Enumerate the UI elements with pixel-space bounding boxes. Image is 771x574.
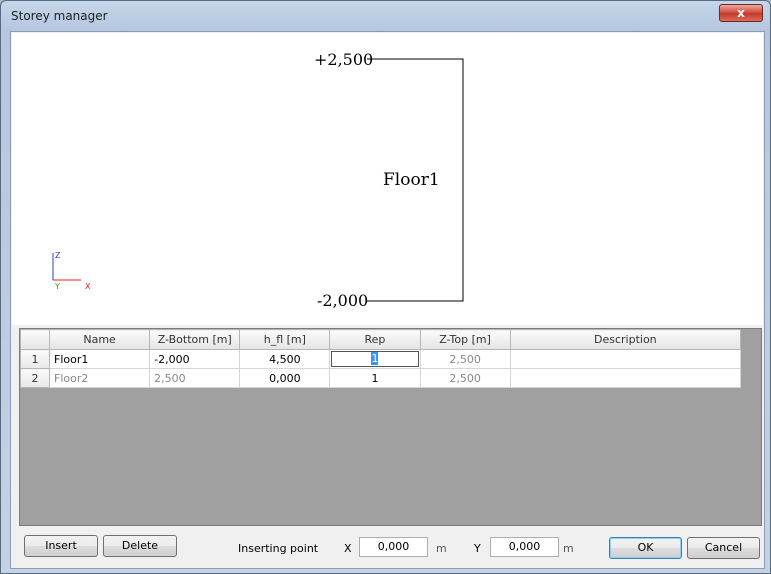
- column-header[interactable]: h_fl [m]: [239, 329, 331, 350]
- x-label: X: [344, 542, 352, 555]
- description-cell[interactable]: [509, 349, 742, 369]
- insert-button[interactable]: Insert: [24, 535, 98, 557]
- storey-preview: +2,500 -2,000 Floor1 Z Y X: [12, 33, 763, 325]
- y-label: Y: [474, 542, 481, 555]
- x-unit-label: m: [436, 542, 447, 555]
- delete-button[interactable]: Delete: [103, 535, 177, 557]
- rep-cell-selected-text[interactable]: 1: [371, 352, 379, 365]
- column-header[interactable]: Name: [49, 329, 151, 350]
- rep-cell[interactable]: 1: [329, 349, 421, 369]
- title-bar[interactable]: Storey manager x: [1, 1, 770, 31]
- column-header[interactable]: Description: [509, 329, 742, 350]
- x-axis-label: X: [85, 282, 91, 291]
- cancel-button[interactable]: Cancel: [687, 537, 760, 559]
- z-top-cell[interactable]: 2,500: [419, 349, 511, 369]
- x-coordinate-input[interactable]: 0,000: [359, 537, 428, 557]
- name-cell[interactable]: Floor2: [49, 368, 151, 388]
- z-axis-label: Z: [55, 251, 61, 260]
- h-fl-cell[interactable]: 0,000: [239, 368, 331, 388]
- row-number[interactable]: 2: [20, 368, 51, 388]
- corner-header[interactable]: [20, 329, 51, 350]
- z-top-cell[interactable]: 2,500: [419, 368, 511, 388]
- z-bottom-cell[interactable]: -2,000: [149, 349, 241, 369]
- name-cell[interactable]: Floor1: [49, 349, 151, 369]
- storey-manager-window: Storey manager x +2,500 -2,000 Floor1 Z …: [0, 0, 771, 574]
- close-button[interactable]: x: [719, 4, 763, 22]
- y-unit-label: m: [563, 542, 574, 555]
- rep-cell[interactable]: 1: [329, 368, 421, 388]
- table-row: 1 Floor1 -2,000 4,500 1 2,500: [20, 349, 742, 369]
- window-title: Storey manager: [11, 9, 108, 23]
- z-bottom-cell[interactable]: 2,500: [149, 368, 241, 388]
- y-coordinate-input[interactable]: 0,000: [490, 537, 559, 557]
- ok-button[interactable]: OK: [609, 537, 682, 559]
- row-number[interactable]: 1: [20, 349, 51, 369]
- close-icon: x: [737, 6, 745, 20]
- top-level-label: +2,500: [314, 50, 374, 69]
- y-axis-label: Y: [55, 282, 60, 291]
- column-header[interactable]: Z-Bottom [m]: [149, 329, 241, 350]
- description-cell[interactable]: [509, 368, 742, 388]
- floor-label: Floor1: [383, 170, 440, 190]
- table-header-row: Name Z-Bottom [m] h_fl [m] Rep Z-Top [m]…: [20, 329, 742, 350]
- bottom-level-label: -2,000: [317, 291, 369, 310]
- column-header[interactable]: Rep: [329, 329, 421, 350]
- storey-table: Name Z-Bottom [m] h_fl [m] Rep Z-Top [m]…: [19, 328, 762, 526]
- table-row: 2 Floor2 2,500 0,000 1 2,500: [20, 368, 742, 388]
- column-header[interactable]: Z-Top [m]: [419, 329, 511, 350]
- h-fl-cell[interactable]: 4,500: [239, 349, 331, 369]
- dialog-client: +2,500 -2,000 Floor1 Z Y X Name Z-Bottom…: [10, 31, 765, 569]
- inserting-point-label: Inserting point: [238, 542, 319, 555]
